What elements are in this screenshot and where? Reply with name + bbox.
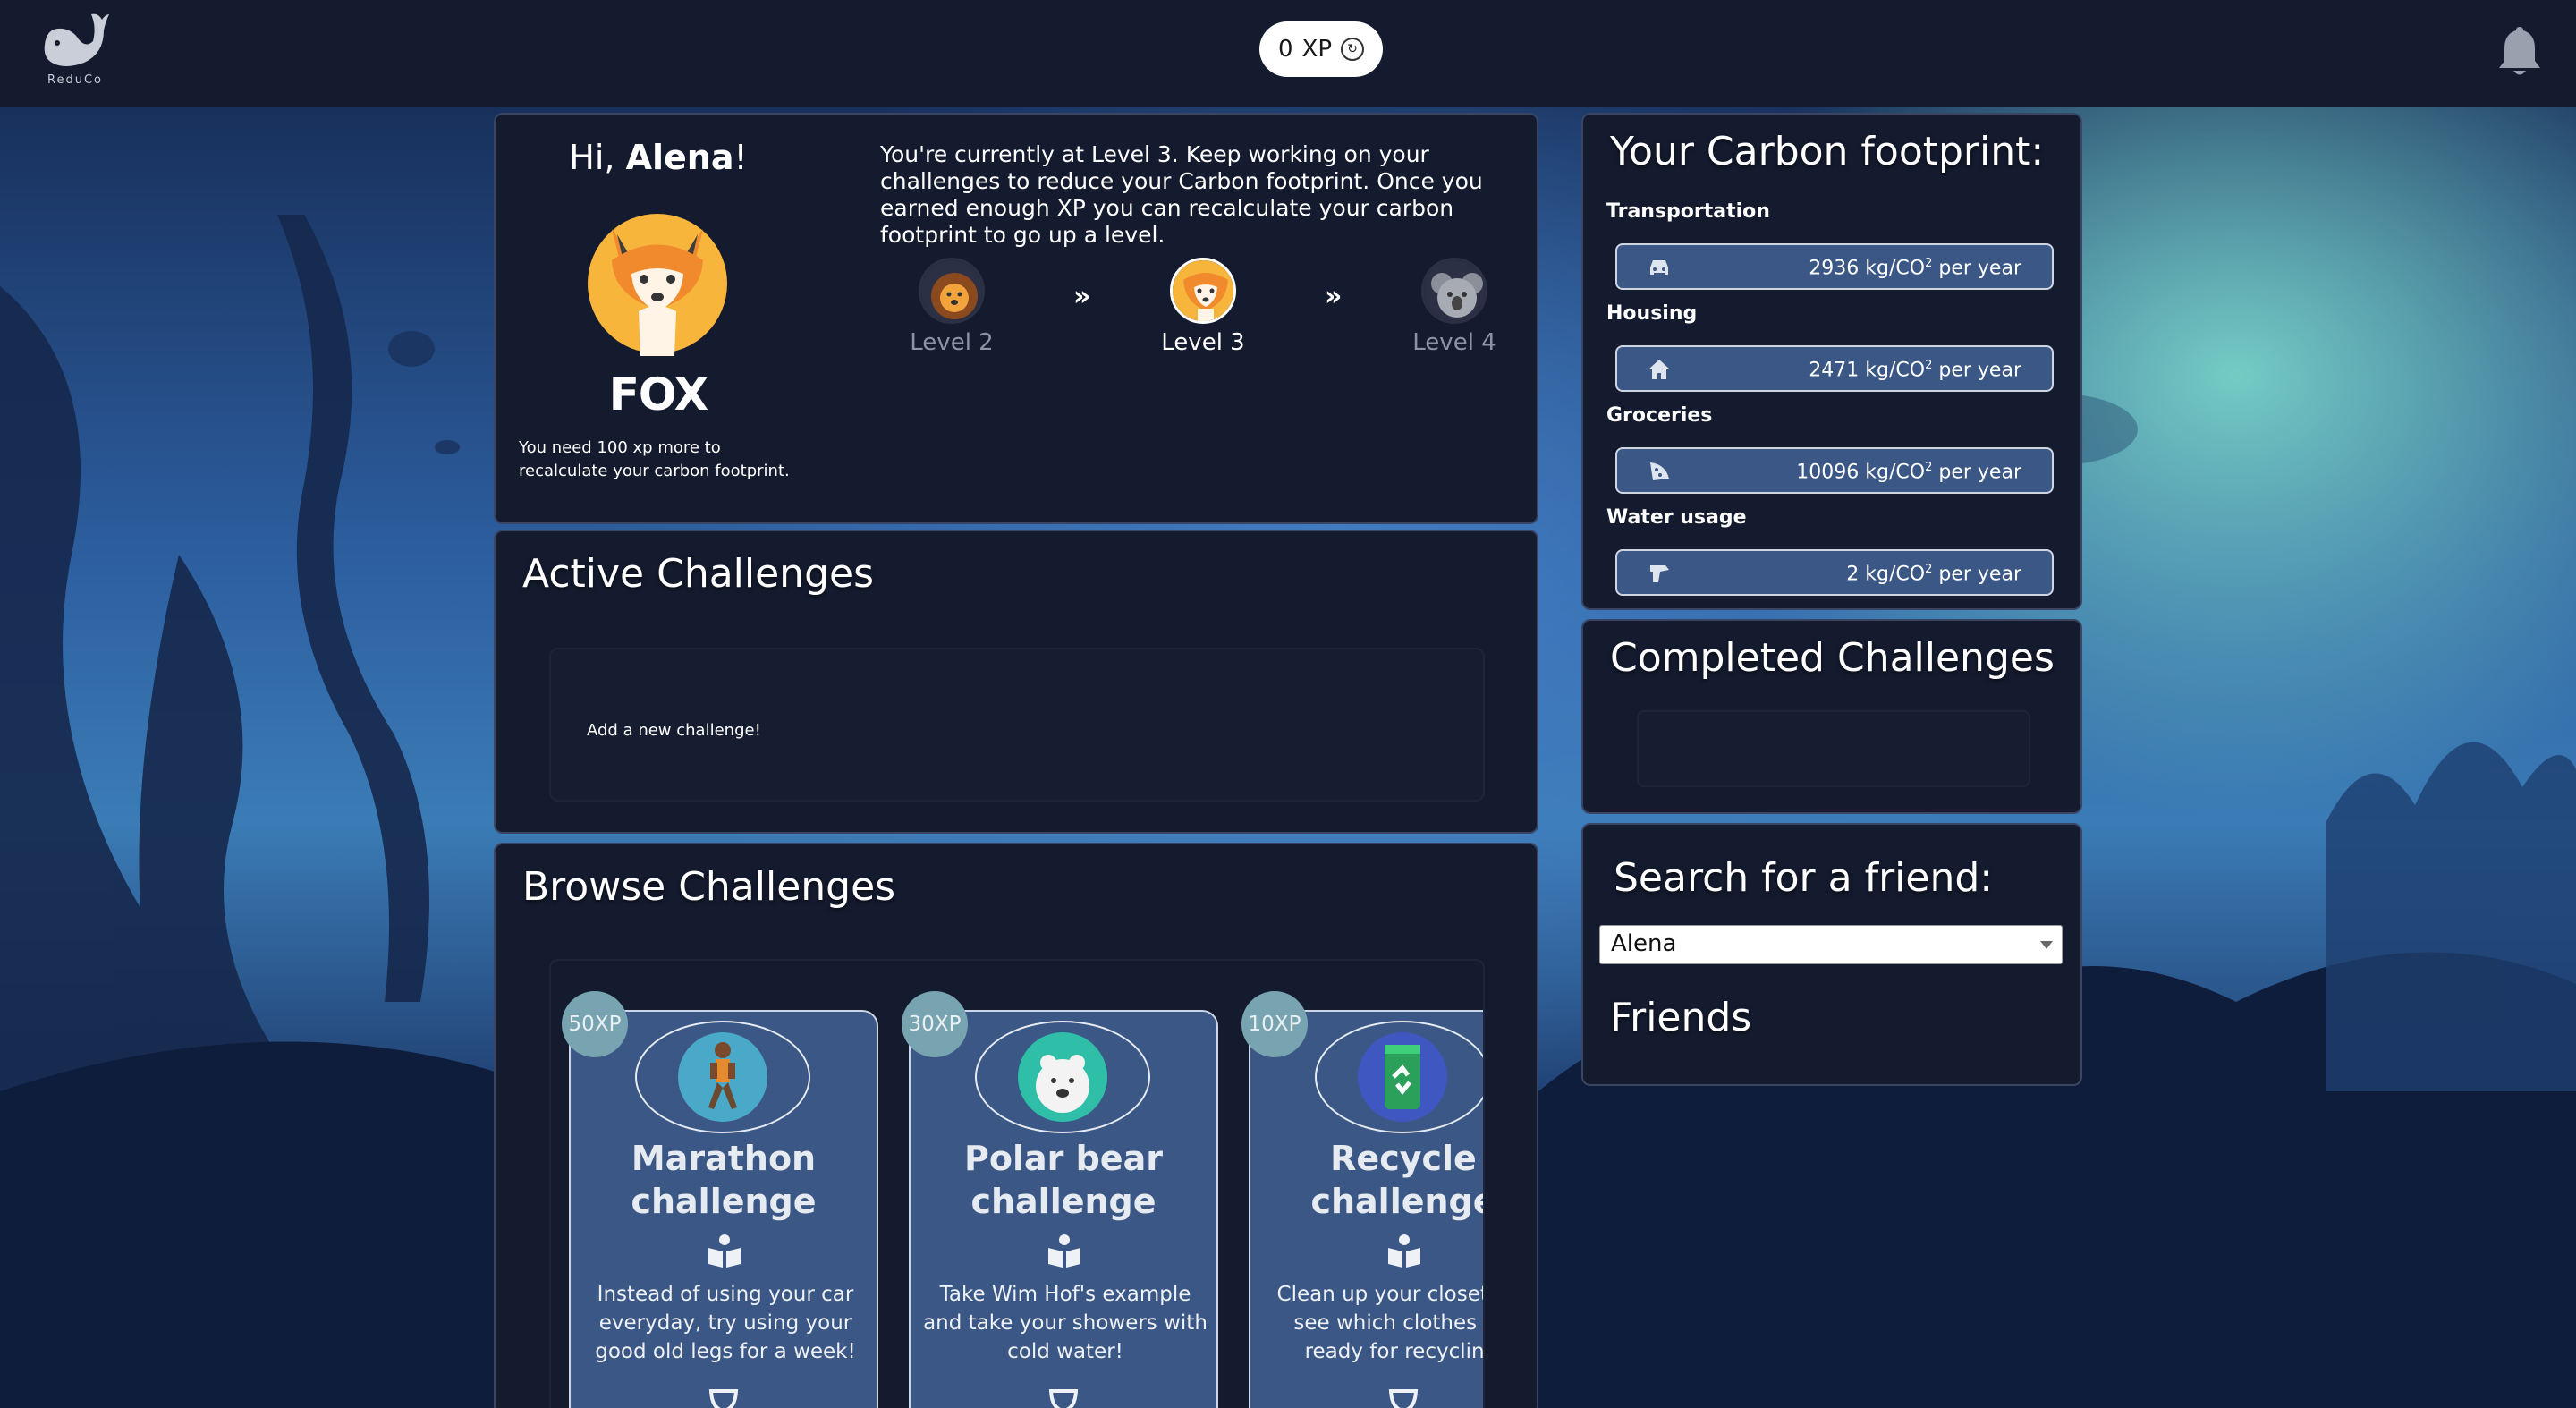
challenge-name: Recycle challenge (1310, 1139, 1485, 1221)
carbon-category-label: Transportation (1606, 200, 1770, 223)
chevron-double-right-icon: » (1325, 281, 1343, 312)
challenge-name: Polar bear challenge (964, 1139, 1163, 1221)
faucet-icon (1648, 563, 1671, 584)
koala-icon (1421, 258, 1487, 324)
chevron-double-right-icon: » (1073, 281, 1091, 312)
level-label: Level 2 (910, 329, 994, 356)
unit-prefix: kg/CO (1865, 359, 1926, 382)
lion-icon (919, 258, 985, 324)
carbon-value: 2936 kg/CO2 per year (1809, 257, 2021, 279)
carbon-category-label: Water usage (1606, 506, 1747, 529)
level-label: Level 3 (1161, 329, 1245, 356)
runner-icon (678, 1032, 767, 1122)
xp-counter[interactable]: 0 XP ↻ (1259, 21, 1383, 77)
greeting-suffix: ! (733, 138, 748, 177)
trophy-icon (707, 1387, 741, 1408)
challenge-card[interactable]: Recycle challenge Clean up your closet a… (1249, 1010, 1485, 1408)
carbon-footprint-panel: Your Carbon footprint: Transportation 29… (1581, 113, 2082, 610)
carbon-amount: 2471 (1809, 359, 1860, 382)
level-label: Level 4 (1412, 329, 1496, 356)
carbon-value: 2471 kg/CO2 per year (1809, 359, 2021, 381)
unit-suffix: per year (1932, 359, 2021, 382)
carbon-item-transportation[interactable]: 2936 kg/CO2 per year (1615, 243, 2054, 290)
add-challenge-prompt[interactable]: Add a new challenge! (587, 721, 761, 740)
xp-needed-text: You need 100 xp more to recalculate your… (519, 438, 790, 480)
polar-bear-icon (1018, 1032, 1107, 1122)
unit-suffix: per year (1932, 563, 2021, 586)
carbon-value: 2 kg/CO2 per year (1846, 563, 2021, 585)
carbon-item-housing[interactable]: 2471 kg/CO2 per year (1615, 345, 2054, 392)
book-icon (1386, 1234, 1422, 1269)
browse-challenges-panel: Browse Challenges Marathon challenge Ins… (494, 843, 1538, 1408)
whale-logo-icon[interactable]: ReduCo (39, 9, 111, 94)
xp-value: 0 (1277, 36, 1293, 63)
fox-icon (1170, 258, 1236, 324)
level-item-next: Level 4 (1392, 258, 1517, 356)
chevron-down-icon (2040, 941, 2053, 949)
carbon-item-groceries[interactable]: 10096 kg/CO2 per year (1615, 447, 2054, 494)
greeting: Hi, Alena! (496, 138, 821, 177)
carbon-value: 10096 kg/CO2 per year (1796, 461, 2021, 483)
house-icon (1648, 359, 1671, 380)
xp-label: XP (1301, 36, 1333, 63)
carbon-amount: 2936 (1809, 257, 1860, 280)
logo-text: ReduCo (47, 73, 103, 87)
active-challenges-list: Add a new challenge! (549, 648, 1485, 802)
level-item-previous: Level 2 (889, 258, 1014, 356)
challenge-description: Clean up your closet and see which cloth… (1276, 1283, 1485, 1363)
carbon-category-label: Groceries (1606, 404, 1713, 427)
active-challenges-panel: Active Challenges Add a new challenge! (494, 530, 1538, 834)
carbon-category-label: Housing (1606, 302, 1698, 325)
book-icon (1046, 1234, 1082, 1269)
browse-challenges-title: Browse Challenges (522, 864, 896, 910)
notification-bell-icon[interactable] (2496, 25, 2544, 77)
carbon-footprint-title: Your Carbon footprint: (1610, 129, 2045, 174)
xp-badge: 30XP (902, 991, 968, 1057)
xp-badge: 50XP (562, 991, 628, 1057)
challenge-description: Take Wim Hof's example and take your sho… (923, 1283, 1208, 1363)
recycle-icon (1358, 1032, 1447, 1122)
top-navigation-bar: ReduCo 0 XP ↻ (0, 0, 2576, 107)
unit-prefix: kg/CO (1865, 257, 1926, 280)
challenge-card[interactable]: Polar bear challenge Take Wim Hof's exam… (909, 1010, 1218, 1408)
challenge-card[interactable]: Marathon challenge Instead of using your… (569, 1010, 878, 1408)
unit-suffix: per year (1932, 461, 2021, 484)
carbon-amount: 10096 (1796, 461, 1860, 484)
unit-suffix: per year (1932, 257, 2021, 280)
search-friend-title: Search for a friend: (1614, 855, 1994, 901)
trophy-icon (1046, 1387, 1080, 1408)
level-item-current: Level 3 (1140, 258, 1266, 356)
trophy-icon (1386, 1387, 1420, 1408)
greeting-prefix: Hi, (569, 138, 626, 177)
car-icon (1648, 257, 1671, 278)
completed-challenges-list (1637, 710, 2030, 787)
challenge-icon-frame (1315, 1021, 1483, 1133)
friends-title: Friends (1610, 995, 1752, 1040)
level-progress: Level 2 » Level 3 » Level 4 (889, 258, 1506, 356)
friend-search-panel: Search for a friend: Alena Friends (1581, 823, 2082, 1086)
animal-name: FOX (608, 369, 708, 420)
challenge-name: Marathon challenge (631, 1139, 817, 1221)
carbon-item-water[interactable]: 2 kg/CO2 per year (1615, 549, 2054, 596)
profile-panel: Hi, Alena! FOX You need 100 xp more to r… (494, 113, 1538, 524)
fox-avatar-icon (585, 211, 730, 356)
leaf-icon: ↻ (1341, 38, 1365, 61)
friend-select[interactable]: Alena (1599, 925, 2063, 964)
pizza-icon (1648, 461, 1671, 482)
active-challenges-title: Active Challenges (522, 551, 874, 597)
xp-badge: 10XP (1241, 991, 1308, 1057)
carbon-amount: 2 (1846, 563, 1860, 586)
unit-prefix: kg/CO (1865, 563, 1926, 586)
challenge-carousel[interactable]: Marathon challenge Instead of using your… (549, 959, 1485, 1408)
challenge-icon-frame (975, 1021, 1150, 1133)
friend-select-value: Alena (1611, 930, 1677, 957)
challenge-description: Instead of using your car everyday, try … (595, 1283, 856, 1363)
completed-challenges-title: Completed Challenges (1610, 635, 2055, 681)
user-name: Alena (625, 138, 734, 177)
unit-prefix: kg/CO (1865, 461, 1926, 484)
challenge-icon-frame (635, 1021, 810, 1133)
book-icon (707, 1234, 742, 1269)
completed-challenges-panel: Completed Challenges (1581, 619, 2082, 814)
level-description: You're currently at Level 3. Keep workin… (880, 141, 1483, 248)
